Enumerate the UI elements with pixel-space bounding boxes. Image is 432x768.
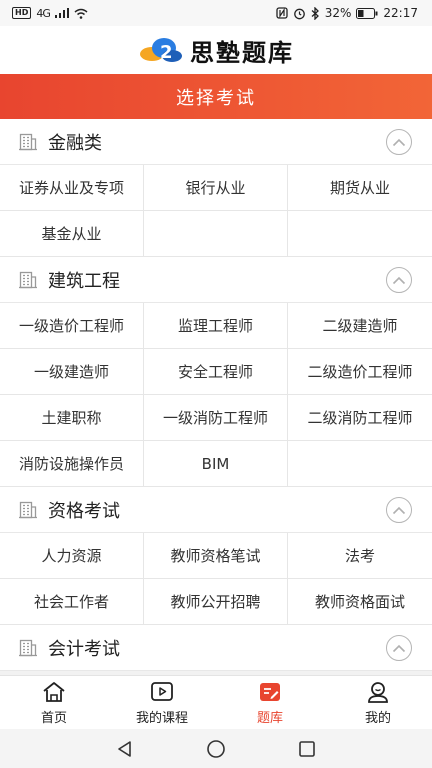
back-icon[interactable] (116, 740, 134, 758)
video-play-icon (151, 681, 173, 701)
tab-my-courses[interactable]: 我的课程 (108, 676, 216, 729)
chevron-up-icon (392, 644, 406, 652)
section-header[interactable]: 会计考试 (0, 625, 432, 671)
exam-item[interactable]: 社会工作者 (0, 579, 143, 624)
alarm-icon (293, 8, 305, 19)
svg-text:2: 2 (160, 42, 173, 63)
status-bar: HD 4G 32% 22:17 (0, 0, 432, 26)
exam-item[interactable]: 二级消防工程师 (288, 395, 432, 440)
empty-cell (288, 211, 432, 256)
exam-grid: 证券从业及专项 银行从业 期货从业基金从业 (0, 165, 432, 257)
exam-item[interactable]: 人力资源 (0, 533, 143, 578)
recents-icon[interactable] (298, 740, 316, 758)
home-circle-icon[interactable] (206, 739, 226, 759)
empty-cell (144, 211, 287, 256)
system-navigation-bar (0, 729, 432, 768)
clock-time: 22:17 (383, 6, 418, 20)
collapse-button[interactable] (386, 267, 412, 293)
status-right: 32% 22:17 (276, 6, 418, 20)
wifi-icon (74, 8, 88, 19)
section-title: 建筑工程 (48, 270, 120, 292)
status-left: HD 4G (12, 7, 88, 20)
network-type: 4G (36, 6, 50, 20)
exam-grid: 一级造价工程师 监理工程师 二级建造师一级建造师 安全工程师 二级造价工程师土建职称 一级… (0, 303, 432, 487)
section-header[interactable]: 资格考试 (0, 487, 432, 533)
user-icon (368, 681, 388, 703)
building-icon (19, 271, 37, 288)
exam-item[interactable]: 基金从业 (0, 211, 143, 256)
battery-icon (356, 7, 378, 19)
exam-item[interactable]: 一级建造师 (0, 349, 143, 394)
bottom-tab-bar: 首页 我的课程 题库 我的 (0, 675, 432, 729)
exam-item[interactable]: 消防设施操作员 (0, 441, 143, 486)
chevron-up-icon (392, 276, 406, 284)
exam-grid: 人力资源 教师资格笔试 法考社会工作者 教师公开招聘 教师资格面试 (0, 533, 432, 625)
select-exam-banner: 选择考试 (0, 74, 432, 119)
exam-item[interactable]: 教师资格笔试 (144, 533, 287, 578)
banner-title: 选择考试 (176, 87, 256, 109)
exam-item[interactable]: 一级消防工程师 (144, 395, 287, 440)
section-title: 资格考试 (48, 500, 120, 522)
home-icon (43, 681, 65, 702)
section-header[interactable]: 建筑工程 (0, 257, 432, 303)
tab-home-label: 首页 (40, 710, 67, 726)
exam-item[interactable]: 教师资格面试 (288, 579, 432, 624)
exam-item[interactable]: 监理工程师 (144, 303, 287, 348)
tab-my-courses-label: 我的课程 (135, 710, 188, 726)
exam-item[interactable]: 法考 (288, 533, 432, 578)
tab-question-bank-label: 题库 (256, 710, 283, 726)
nfc-icon (276, 7, 288, 19)
tab-home[interactable]: 首页 (0, 676, 108, 729)
tab-question-bank[interactable]: 题库 (216, 676, 324, 729)
section-title: 会计考试 (48, 638, 120, 660)
bluetooth-icon (311, 6, 319, 20)
collapse-button[interactable] (386, 497, 412, 523)
chevron-up-icon (392, 506, 406, 514)
section-header[interactable]: 金融类 (0, 119, 432, 165)
brand-name: 思塾题库 (190, 38, 294, 67)
exam-item[interactable]: 教师公开招聘 (144, 579, 287, 624)
collapse-button[interactable] (386, 635, 412, 661)
brand-logo-icon: 2 (140, 38, 182, 63)
exam-item[interactable]: 银行从业 (144, 165, 287, 210)
building-icon (19, 639, 37, 656)
exam-item[interactable]: 二级建造师 (288, 303, 432, 348)
tab-mine-label: 我的 (364, 710, 391, 726)
exam-item[interactable]: 二级造价工程师 (288, 349, 432, 394)
chevron-up-icon (392, 138, 406, 146)
exam-item[interactable]: BIM (144, 441, 287, 486)
tab-mine[interactable]: 我的 (324, 676, 432, 729)
empty-cell (288, 441, 432, 486)
section-title: 金融类 (48, 132, 102, 154)
signal-icon (54, 8, 69, 18)
battery-percent: 32% (324, 6, 352, 20)
exam-category-list[interactable]: 金融类 证券从业及专项 银行从业 期货从业 基金从业 建筑工程 一级造价工程师 监理工程师 二级… (0, 119, 432, 675)
hd-badge: HD (12, 7, 32, 19)
exam-item[interactable]: 证券从业及专项 (0, 165, 143, 210)
exam-item[interactable]: 一级造价工程师 (0, 303, 143, 348)
collapse-button[interactable] (386, 129, 412, 155)
exam-item[interactable]: 期货从业 (288, 165, 432, 210)
app-header: 2 思塾题库 (0, 26, 432, 74)
question-bank-icon (260, 682, 280, 701)
building-icon (19, 133, 37, 150)
exam-item[interactable]: 安全工程师 (144, 349, 287, 394)
exam-item[interactable]: 土建职称 (0, 395, 143, 440)
building-icon (19, 501, 37, 518)
